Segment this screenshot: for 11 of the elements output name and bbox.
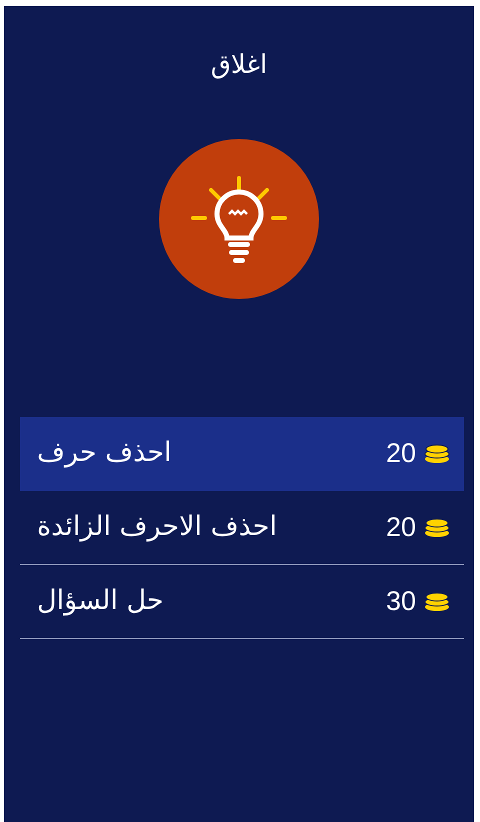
hint-label: احذف الاحرف الزائدة <box>37 510 277 544</box>
lightbulb-icon <box>189 174 289 264</box>
coins-icon <box>424 518 450 538</box>
hint-label: احذف حرف <box>37 436 172 470</box>
coins-icon <box>424 444 450 464</box>
price-text: 30 <box>386 585 416 618</box>
price-text: 20 <box>386 511 416 544</box>
coins-icon <box>424 592 450 612</box>
close-label[interactable]: اغلاق <box>210 46 268 85</box>
hint-label: حل السؤال <box>37 584 164 618</box>
price-text: 20 <box>386 437 416 470</box>
